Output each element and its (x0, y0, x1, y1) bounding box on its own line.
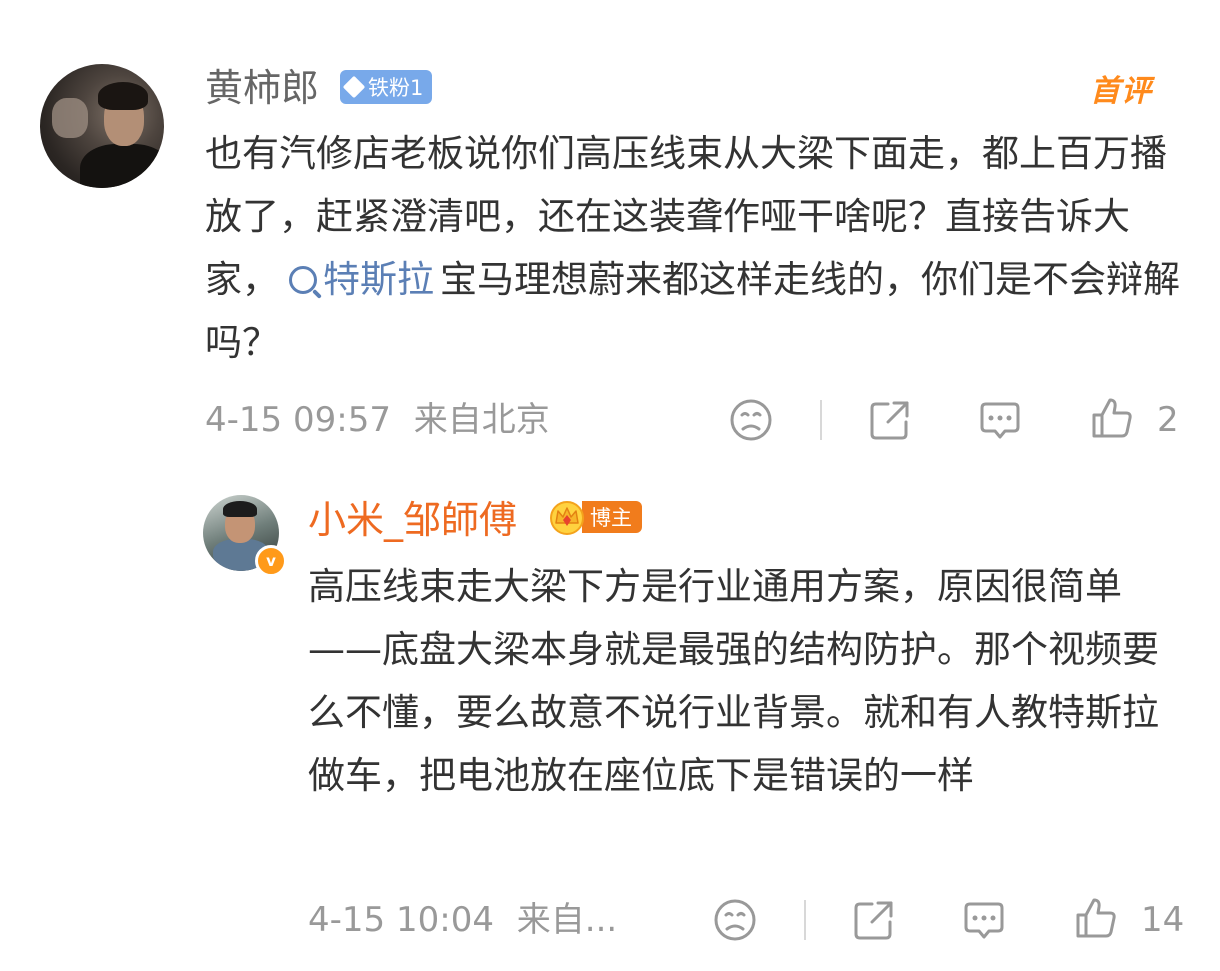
comment-icon[interactable] (962, 899, 1006, 943)
topic-label: 特斯拉 (323, 258, 434, 301)
reply-avatar[interactable]: v (203, 495, 287, 577)
topic-link[interactable]: 特斯拉 (289, 258, 434, 301)
comment-content: 也有汽修店老板说你们高压线束从大梁下面走，都上百万播放了，赶紧澄清吧，还在这装聋… (205, 122, 1195, 374)
avatar-hair (223, 501, 257, 517)
crown-icon (550, 501, 584, 535)
reply-meta: 4-15 10:04 来自... (308, 898, 617, 942)
like-count: 2 (1157, 400, 1179, 440)
action-divider (804, 900, 806, 940)
avatar-background-figure (52, 98, 88, 138)
reply-location: 来自... (516, 900, 618, 940)
avatar-hair (98, 82, 148, 110)
comment-username[interactable]: 黄柿郎 (205, 64, 319, 112)
thumbs-up-icon[interactable] (1090, 396, 1134, 440)
fan-badge[interactable]: 铁粉1 (340, 70, 433, 104)
diamond-icon (342, 75, 366, 99)
share-icon[interactable] (868, 398, 912, 442)
fan-badge-label: 铁粉1 (368, 76, 424, 100)
thumbs-up-icon[interactable] (1074, 896, 1118, 940)
search-icon (289, 266, 317, 294)
action-divider (820, 400, 822, 440)
first-comment-tag: 首评 (1090, 74, 1152, 109)
blogger-badge[interactable]: 博主 (548, 499, 642, 535)
share-icon[interactable] (852, 898, 896, 942)
verified-icon: v (255, 545, 287, 577)
reply-username[interactable]: 小米_邹師傅 (308, 496, 517, 544)
comment-timestamp: 4-15 09:57 (205, 400, 391, 440)
avatar-body (80, 144, 164, 188)
comment-meta: 4-15 09:57 来自北京 (205, 398, 550, 442)
reply-timestamp: 4-15 10:04 (308, 900, 494, 940)
sad-face-icon[interactable] (729, 398, 773, 442)
blogger-badge-label: 博主 (582, 501, 642, 533)
sad-face-icon[interactable] (713, 898, 757, 942)
comment-location: 来自北京 (413, 400, 550, 440)
comment-icon[interactable] (978, 399, 1022, 443)
reply-like-count: 14 (1141, 900, 1185, 940)
avatar-main[interactable] (40, 64, 164, 188)
reply-content: 高压线束走大梁下方是行业通用方案，原因很简单——底盘大梁本身就是最强的结构防护。… (308, 565, 1159, 797)
